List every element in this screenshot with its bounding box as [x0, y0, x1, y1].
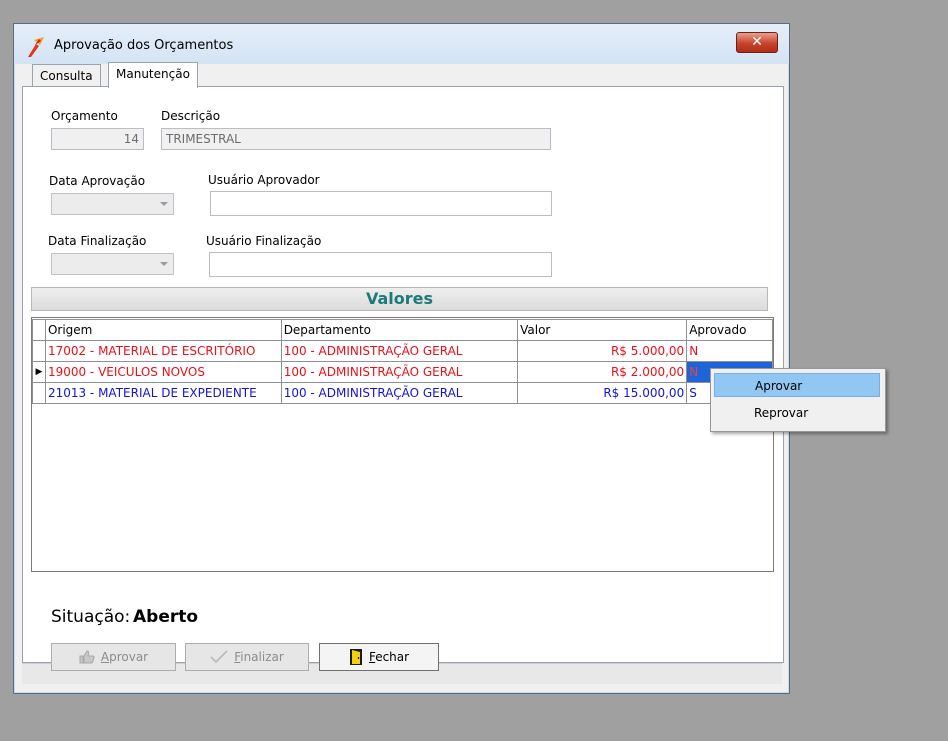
chevron-down-icon	[160, 202, 168, 206]
situacao-label: Situação:	[51, 607, 131, 627]
thumbs-up-icon	[79, 650, 95, 664]
table-row[interactable]: 17002 - MATERIAL DE ESCRITÓRIO 100 - ADM…	[32, 340, 773, 362]
aprovar-label: Aprovar	[100, 650, 149, 664]
cell-aprovado[interactable]: N	[686, 340, 773, 362]
context-menu-item-aprovar[interactable]: Aprovar	[714, 373, 880, 397]
cell-departamento[interactable]: 100 - ADMINISTRAÇÃO GERAL	[280, 340, 519, 362]
cell-origem[interactable]: 17002 - MATERIAL DE ESCRITÓRIO	[44, 340, 282, 362]
valores-grid[interactable]: Origem Departamento Valor Aprovado 17002…	[31, 317, 774, 572]
window-title: Aprovação dos Orçamentos	[54, 38, 234, 53]
usuario-finalizacao-field[interactable]	[209, 252, 552, 277]
cell-valor[interactable]: R$ 5.000,00	[517, 340, 688, 362]
aprovar-button[interactable]: Aprovar	[51, 643, 176, 671]
finalizar-button[interactable]: Finalizar	[185, 643, 309, 671]
cell-valor[interactable]: R$ 2.000,00	[517, 361, 688, 383]
data-finalizacao-dropdown[interactable]	[51, 253, 174, 275]
valores-section-header: Valores	[31, 287, 768, 311]
usuario-aprovador-field[interactable]	[210, 191, 552, 216]
grid-header-row: Origem Departamento Valor Aprovado	[32, 319, 773, 341]
data-finalizacao-label: Data Finalização	[48, 234, 147, 248]
column-header-aprovado[interactable]: Aprovado	[686, 319, 773, 341]
cell-valor[interactable]: R$ 15.000,00	[517, 382, 688, 404]
fechar-button[interactable]: Fechar	[319, 643, 439, 671]
cell-departamento[interactable]: 100 - ADMINISTRAÇÃO GERAL	[280, 382, 519, 404]
column-header-valor[interactable]: Valor	[517, 319, 688, 341]
descricao-label: Descrição	[161, 109, 221, 123]
orcamento-field[interactable]: 14	[51, 128, 144, 150]
cell-departamento[interactable]: 100 - ADMINISTRAÇÃO GERAL	[280, 361, 519, 383]
finalizar-label: Finalizar	[234, 650, 284, 664]
fechar-label: Fechar	[368, 650, 410, 664]
data-aprovacao-label: Data Aprovação	[49, 174, 146, 188]
situacao-value: Aberto	[133, 607, 199, 627]
close-icon: ✕	[751, 34, 763, 50]
close-button[interactable]: ✕	[736, 32, 778, 53]
cell-origem[interactable]: 21013 - MATERIAL DE EXPEDIENTE	[44, 382, 282, 404]
context-menu-item-reprovar[interactable]: Reprovar	[714, 401, 880, 425]
door-exit-icon	[349, 649, 362, 665]
usuario-finalizacao-label: Usuário Finalização	[206, 234, 322, 248]
tab-manutencao[interactable]: Manutenção	[108, 62, 198, 88]
orcamento-label: Orçamento	[51, 109, 118, 123]
column-header-departamento[interactable]: Departamento	[280, 319, 519, 341]
descricao-field[interactable]: TRIMESTRAL	[161, 128, 551, 150]
table-row[interactable]: 21013 - MATERIAL DE EXPEDIENTE 100 - ADM…	[32, 382, 773, 404]
main-window: Aprovação dos Orçamentos ✕ Consulta Manu…	[13, 23, 790, 694]
column-header-origem[interactable]: Origem	[44, 319, 282, 341]
row-indicator[interactable]	[32, 340, 46, 362]
tab-panel-manutencao: Orçamento 14 Descrição TRIMESTRAL Data A…	[22, 86, 784, 671]
chevron-down-icon	[160, 262, 168, 266]
current-row-indicator-icon[interactable]: ▶	[32, 361, 46, 383]
data-aprovacao-dropdown[interactable]	[51, 193, 174, 215]
title-bar[interactable]: Aprovação dos Orçamentos ✕	[14, 24, 789, 64]
row-indicator-header	[32, 319, 46, 341]
valores-table: Origem Departamento Valor Aprovado 17002…	[32, 319, 773, 404]
table-row-current[interactable]: ▶ 19000 - VEICULOS NOVOS 100 - ADMINISTR…	[32, 361, 773, 383]
cell-origem[interactable]: 19000 - VEICULOS NOVOS	[44, 361, 282, 383]
tab-consulta[interactable]: Consulta	[32, 64, 101, 87]
checkmark-icon	[210, 650, 228, 664]
app-logo-icon	[28, 37, 44, 57]
context-menu: Aprovar Reprovar	[710, 368, 886, 432]
row-indicator[interactable]	[32, 382, 46, 404]
usuario-aprovador-label: Usuário Aprovador	[208, 173, 320, 187]
